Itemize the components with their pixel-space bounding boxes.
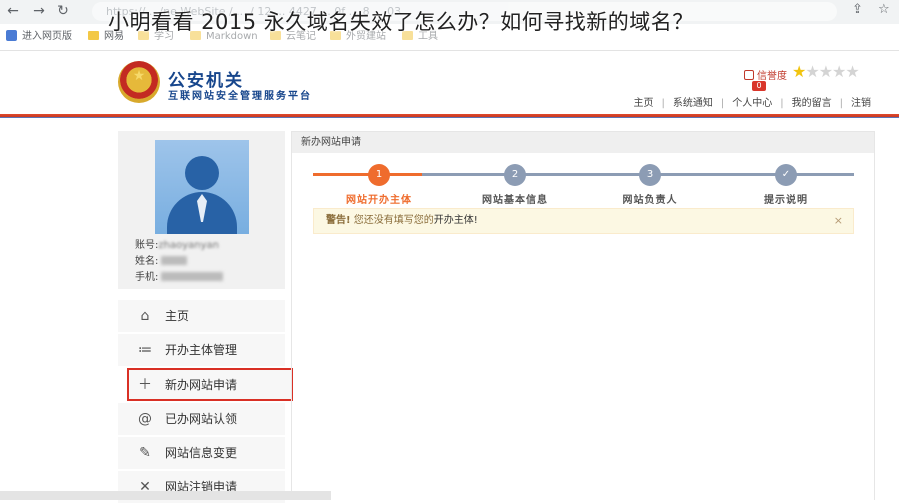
star-icon: ★ <box>845 62 859 81</box>
name-label: 姓名: <box>135 256 159 267</box>
redacted-phone <box>161 272 224 281</box>
reload-icon[interactable]: ↻ <box>54 2 72 20</box>
plus-icon: ＋ <box>138 377 152 393</box>
app-icon <box>6 30 17 41</box>
phone-line: 手机: <box>135 268 224 283</box>
arrow-left-icon[interactable]: ← <box>4 2 22 20</box>
at-icon: @ <box>138 411 152 427</box>
avatar <box>155 140 249 234</box>
name-line: 姓名: <box>135 252 188 267</box>
bookmark-label: 进入网页版 <box>22 31 72 42</box>
step-3-label: 网站负责人 <box>622 195 678 206</box>
alert-text: 您还没有填写您的 <box>353 215 434 226</box>
menu-label: 开办主体管理 <box>165 343 238 357</box>
menu-item-entity-manage[interactable]: ≔ 开办主体管理 <box>118 333 285 366</box>
menu-item-home[interactable]: ⌂ 主页 <box>118 299 285 332</box>
site-header: ★ 公安机关 互联网站安全管理服务平台 信誉度 0 ★★★★★ 主页 | 系统通知 |… <box>0 51 899 113</box>
account-value: zhaoyanyan <box>158 240 219 251</box>
star-icon: ★ <box>818 62 833 81</box>
menu-label: 新办网站申请 <box>165 378 238 392</box>
police-emblem-icon: ★ <box>118 61 160 103</box>
rating-stars: ★★★★★ <box>792 62 860 81</box>
main-panel: 新办网站申请 <box>291 131 875 500</box>
menu-label: 网站信息变更 <box>165 446 238 460</box>
profile-card: 账号:zhaoyanyan 姓名: 手机: <box>118 131 285 289</box>
arrow-right-icon[interactable]: → <box>30 2 48 20</box>
menu-item-new-site[interactable]: ＋ 新办网站申请 <box>127 368 293 401</box>
nav-link-profile[interactable]: 个人中心 <box>732 98 772 109</box>
alert-highlight: 开办主体! <box>433 215 478 226</box>
site-subtitle: 互联网站安全管理服务平台 <box>168 91 312 102</box>
top-nav: 主页 | 系统通知 | 个人中心 | 我的留言 | 注销 <box>634 94 872 109</box>
folder-icon <box>88 31 99 40</box>
lock-icon <box>744 70 754 80</box>
nav-link-home[interactable]: 主页 <box>634 98 654 109</box>
nav-link-notice[interactable]: 系统通知 <box>673 98 713 109</box>
nav-link-logout[interactable]: 注销 <box>851 98 871 109</box>
alert-prefix: 警告! <box>326 215 351 226</box>
warning-alert: 警告! 您还没有填写您的开办主体! × <box>313 208 854 234</box>
star-icon: ★ <box>832 62 846 81</box>
avatar-head <box>185 156 219 190</box>
step-1-label: 网站开办主体 <box>346 195 412 206</box>
horizontal-scrollbar[interactable] <box>0 491 331 500</box>
edit-icon: ✎ <box>139 445 151 461</box>
list-icon: ≔ <box>138 342 152 358</box>
step-4-label: 提示说明 <box>764 195 808 206</box>
bookmark-item[interactable]: 进入网页版 <box>6 30 72 44</box>
redacted-name <box>161 256 188 265</box>
step-3-circle: 3 <box>639 164 661 186</box>
menu-item-claim-site[interactable]: @ 已办网站认领 <box>118 402 285 435</box>
star-icon: ★ <box>792 62 806 81</box>
header-divider-thin <box>0 117 899 118</box>
account-line: 账号:zhaoyanyan <box>135 236 219 251</box>
share-icon[interactable]: ⇪ <box>852 2 863 17</box>
step-1-circle: 1 <box>368 164 390 186</box>
menu-label: 主页 <box>165 309 190 323</box>
alert-close-icon[interactable]: × <box>834 209 843 233</box>
star-bookmark-icon[interactable]: ☆ <box>878 2 890 17</box>
phone-label: 手机: <box>135 272 159 283</box>
overlay-caption: 小明看看 2015 永久域名失效了怎么办？如何寻找新的域名？ <box>108 10 694 34</box>
step-2-label: 网站基本信息 <box>482 195 548 206</box>
step-2-circle: 2 <box>504 164 526 186</box>
home-icon: ⌂ <box>140 308 150 324</box>
credit-rating: 信誉度 <box>744 67 787 82</box>
nav-separator: | <box>661 98 665 109</box>
nav-separator: | <box>780 98 784 109</box>
credit-badge: 0 <box>752 81 766 91</box>
menu-item-change-info[interactable]: ✎ 网站信息变更 <box>118 436 285 469</box>
step-4-circle: ✓ <box>775 164 797 186</box>
star-icon: ★ <box>805 62 819 81</box>
nav-link-messages[interactable]: 我的留言 <box>792 98 832 109</box>
menu-label: 已办网站认领 <box>165 412 238 426</box>
nav-separator: | <box>839 98 843 109</box>
nav-separator: | <box>720 98 725 109</box>
panel-title: 新办网站申请 <box>292 132 874 153</box>
account-label: 账号: <box>135 240 159 251</box>
